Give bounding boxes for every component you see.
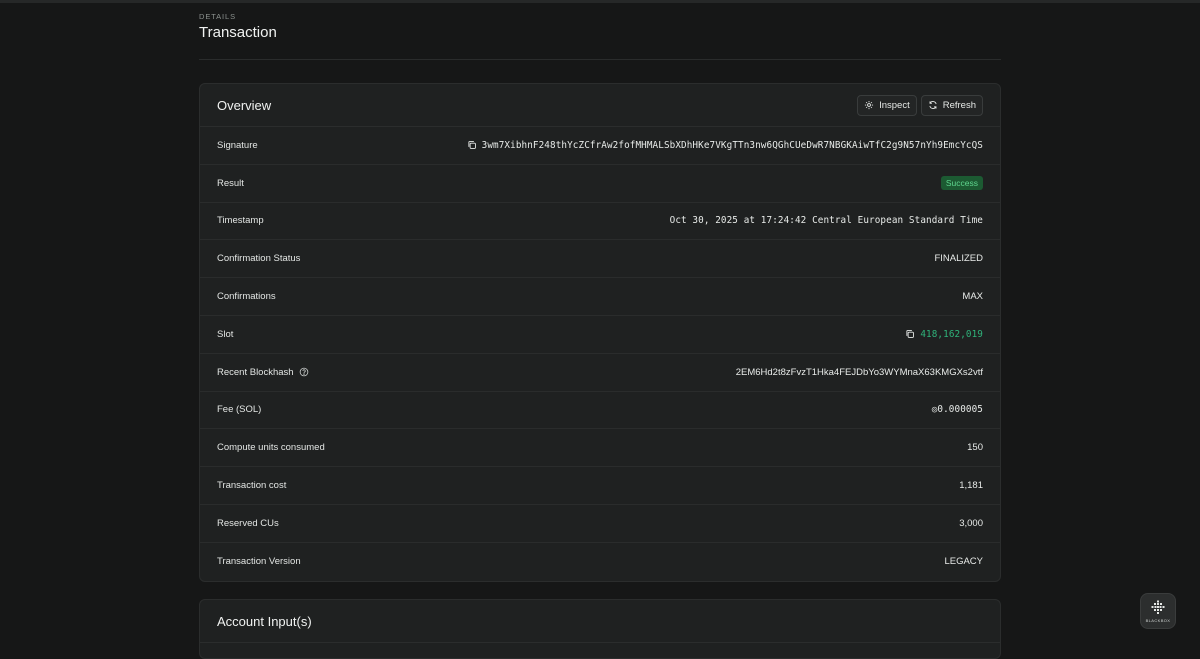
status-badge: Success <box>940 176 983 191</box>
refresh-button[interactable]: Refresh <box>920 94 983 116</box>
row-transaction-version: Transaction Version LEGACY <box>200 543 1000 581</box>
compute-units-value: 150 <box>967 442 983 454</box>
row-label: Fee (SOL) <box>217 404 262 416</box>
row-fee: Fee (SOL) ◎0.000005 <box>200 392 1000 430</box>
row-compute-units: Compute units consumed 150 <box>200 429 1000 468</box>
row-label-with-help: Recent Blockhash <box>217 367 309 378</box>
top-border <box>0 0 1200 3</box>
row-slot: Slot 418,162,019 <box>200 316 1000 354</box>
row-label: Timestamp <box>217 215 264 227</box>
row-label: Confirmations <box>217 291 276 303</box>
inspect-button[interactable]: Inspect <box>857 94 917 116</box>
confirmation-status-value: FINALIZED <box>934 253 983 265</box>
row-label: Transaction cost <box>217 480 287 492</box>
refresh-icon <box>928 100 938 110</box>
row-transaction-cost: Transaction cost 1,181 <box>200 467 1000 505</box>
transaction-cost-value: 1,181 <box>959 480 983 492</box>
row-reserved-cus: Reserved CUs 3,000 <box>200 505 1000 543</box>
row-signature: Signature 3wm7XibhnF248thYcZCfrAw2fofMHM… <box>200 127 1000 165</box>
row-label: Compute units consumed <box>217 442 325 454</box>
copy-icon[interactable] <box>905 329 915 339</box>
blockhash-value: 2EM6Hd2t8zFvzT1Hka4FEJDbYo3WYMnaX63KMGXs… <box>735 366 983 378</box>
blackbox-logo-icon <box>1151 600 1165 614</box>
gear-icon <box>864 100 874 110</box>
timestamp-value: Oct 30, 2025 at 17:24:42 Central Europea… <box>669 215 983 227</box>
row-result: Result Success <box>200 165 1000 203</box>
row-label: Slot <box>217 328 234 340</box>
slot-link[interactable]: 418,162,019 <box>905 329 983 340</box>
account-inputs-header: Account Input(s) <box>200 600 1000 643</box>
help-circle-icon[interactable] <box>299 367 309 377</box>
inspect-label: Inspect <box>879 99 910 111</box>
blackbox-label: BLACKBOX <box>1145 617 1171 623</box>
row-label: Result <box>217 177 244 189</box>
account-inputs-title: Account Input(s) <box>217 613 312 629</box>
page-title: Transaction <box>199 24 277 41</box>
row-label: Confirmation Status <box>217 253 301 265</box>
header-divider <box>199 59 1001 60</box>
overview-title: Overview <box>217 97 272 113</box>
reserved-cus-value: 3,000 <box>959 517 983 529</box>
confirmations-value: MAX <box>962 291 983 303</box>
section-eyebrow: DETAILS <box>199 12 237 21</box>
refresh-label: Refresh <box>942 99 976 111</box>
overview-actions: Inspect Refresh <box>857 94 983 116</box>
overview-header: Overview Inspect Refresh <box>200 84 1000 127</box>
copy-icon[interactable] <box>467 140 477 150</box>
row-timestamp: Timestamp Oct 30, 2025 at 17:24:42 Centr… <box>200 203 1000 241</box>
row-confirmation-status: Confirmation Status FINALIZED <box>200 240 1000 279</box>
slot-text: 418,162,019 <box>920 328 983 340</box>
account-inputs-card: Account Input(s) <box>199 599 1001 659</box>
row-label: Reserved CUs <box>217 517 279 529</box>
row-label: Transaction Version <box>217 556 301 568</box>
blackbox-widget[interactable]: BLACKBOX <box>1141 594 1175 628</box>
fee-value: ◎0.000005 <box>931 404 983 416</box>
signature-text: 3wm7XibhnF248thYcZCfrAw2fofMHMALSbXDhHKe… <box>481 139 983 151</box>
row-confirmations: Confirmations MAX <box>200 278 1000 316</box>
signature-value[interactable]: 3wm7XibhnF248thYcZCfrAw2fofMHMALSbXDhHKe… <box>467 140 983 151</box>
blockhash-label: Recent Blockhash <box>217 366 294 378</box>
row-recent-blockhash: Recent Blockhash 2EM6Hd2t8zFvzT1Hka4FEJD… <box>200 354 1000 392</box>
overview-card: Overview Inspect Refresh Signature 3wm7X… <box>199 83 1001 582</box>
transaction-version-value: LEGACY <box>944 556 983 568</box>
row-label: Signature <box>217 139 258 151</box>
